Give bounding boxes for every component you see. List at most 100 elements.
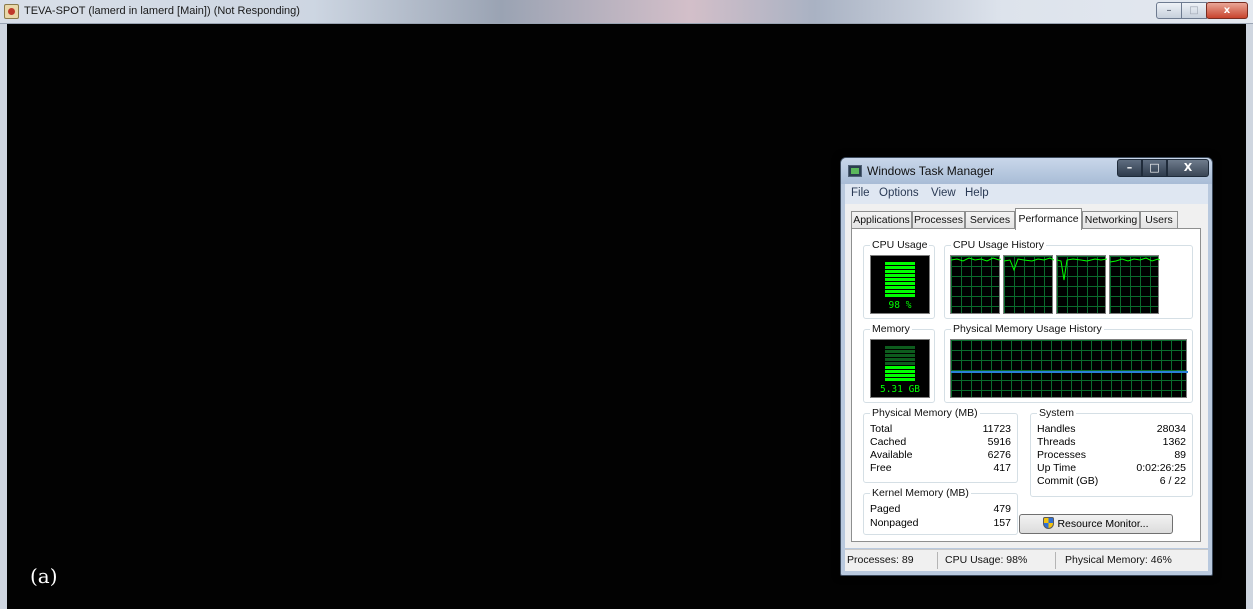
system-label: System [1037,407,1077,419]
cpu-meter-segment [885,282,915,285]
cpu-history-graph-core-2 [1003,255,1055,314]
cpu-usage-meter: 98 % [870,255,930,314]
stat-value: 0:02:26:25 [1136,462,1186,474]
stat-value: 11723 [982,423,1011,435]
stat-value: 417 [993,462,1011,474]
cpu-meter-segment [885,270,915,273]
app-titlebar: TEVA-SPOT (lamerd in lamerd [Main]) (Not… [0,0,1253,24]
resource-monitor-button[interactable]: Resource Monitor... [1019,514,1173,534]
menu-options[interactable]: Options [879,187,919,199]
status-physical-memory: Physical Memory: 46% [1065,554,1172,566]
stat-key: Free [870,462,892,474]
tm-statusbar: Processes: 89 CPU Usage: 98% Physical Me… [845,549,1208,571]
cpu-usage-label: CPU Usage [870,239,930,251]
status-processes: Processes: 89 [847,554,914,566]
tm-tab-strip: Applications Processes Services Performa… [851,208,1201,230]
stat-value: 5916 [987,436,1011,448]
app-close-button[interactable]: x [1206,2,1248,19]
menu-view[interactable]: View [931,187,956,199]
menu-help[interactable]: Help [965,187,989,199]
java-app-icon [4,4,19,19]
cpu-history-line-core-1 [950,257,1002,262]
cpu-meter-segment [885,290,915,293]
stat-row-handles: Handles 28034 [1037,423,1186,436]
stat-row-nonpaged: Nonpaged 157 [870,517,1011,530]
tab-performance[interactable]: Performance [1015,208,1082,230]
cpu-history-line-core-4 [1109,257,1161,263]
cpu-usage-group: CPU Usage 98 % [863,239,935,319]
cpu-history-label: CPU Usage History [951,239,1047,251]
app-minimize-button[interactable]: – [1156,2,1182,19]
stat-value: 28034 [1156,423,1186,435]
task-manager-titlebar[interactable]: Windows Task Manager – □ X [841,158,1212,184]
memory-meter-segment [885,366,915,369]
app-frame-left [0,24,7,609]
tm-menubar: File Options View Help [845,184,1208,204]
memory-history-group: Physical Memory Usage History [944,323,1193,403]
tab-services[interactable]: Services [965,211,1015,229]
memory-meter-segment [885,370,915,373]
status-separator [937,552,938,569]
stat-key: Nonpaged [870,517,919,529]
stat-key: Handles [1037,423,1076,435]
stat-row-uptime: Up Time 0:02:26:25 [1037,462,1186,475]
stat-key: Commit (GB) [1037,475,1099,487]
memory-history-graph [950,339,1188,398]
memory-meter-segment [885,378,915,381]
cpu-history-group: CPU Usage History [944,239,1193,319]
cpu-history-graph-core-4 [1109,255,1161,314]
tm-maximize-button[interactable]: □ [1142,159,1167,177]
kernel-memory-group: Kernel Memory (MB) Paged 479 Nonpaged 157 [863,487,1018,535]
memory-history-label: Physical Memory Usage History [951,323,1104,335]
stat-value: 89 [1174,449,1186,461]
tab-users[interactable]: Users [1140,211,1178,229]
memory-meter-segment [885,346,915,349]
tab-processes[interactable]: Processes [912,211,965,229]
memory-meter-segment [885,358,915,361]
memory-history-line [951,371,1188,373]
stat-key: Total [870,423,893,435]
memory-meter: 5.31 GB [870,339,930,398]
stat-row-processes: Processes 89 [1037,449,1186,462]
task-manager-window[interactable]: Windows Task Manager – □ X File Options … [840,157,1213,576]
stat-key: Cached [870,436,907,448]
stat-row-total: Total 11723 [870,423,1011,436]
stat-row-threads: Threads 1362 [1037,436,1186,449]
status-separator [1055,552,1056,569]
cpu-meter-segment [885,278,915,281]
stat-key: Threads [1037,436,1076,448]
memory-label: Memory [870,323,912,335]
stat-value: 6276 [987,449,1011,461]
stat-key: Paged [870,503,901,515]
tab-networking[interactable]: Networking [1082,211,1140,229]
stat-value: 479 [993,503,1011,515]
task-manager-icon [848,165,862,177]
tab-applications[interactable]: Applications [851,211,912,229]
tm-close-button[interactable]: X [1167,159,1209,177]
stat-row-available: Available 6276 [870,449,1011,462]
cpu-history-line-core-3 [1056,258,1108,281]
resource-monitor-label: Resource Monitor... [1057,518,1149,530]
app-title: TEVA-SPOT (lamerd in lamerd [Main]) (Not… [24,5,300,17]
cpu-meter-segment [885,266,915,269]
memory-meter-segment [885,362,915,365]
app-frame-right [1246,24,1253,609]
physical-memory-label: Physical Memory (MB) [870,407,980,419]
stat-row-paged: Paged 479 [870,503,1011,516]
status-cpu: CPU Usage: 98% [945,554,1028,566]
cpu-history-graph-core-1 [950,255,1002,314]
stat-key: Up Time [1037,462,1077,474]
cpu-meter-segment [885,294,915,297]
menu-file[interactable]: File [851,187,870,199]
app-maximize-button[interactable]: □ [1181,2,1207,19]
stat-value: 1362 [1162,436,1186,448]
performance-panel: CPU Usage 98 % CPU Usage History Memory … [851,228,1201,542]
tm-minimize-button[interactable]: – [1117,159,1142,177]
memory-value: 5.31 GB [879,384,921,395]
stat-value: 6 / 22 [1159,475,1186,487]
cpu-meter-segment [885,286,915,289]
cpu-history-graph-core-3 [1056,255,1108,314]
cpu-history-line-core-2 [1003,257,1055,272]
stat-row-free: Free 417 [870,462,1011,475]
system-group: System Handles 28034 Threads 1362 Processe… [1030,407,1193,497]
